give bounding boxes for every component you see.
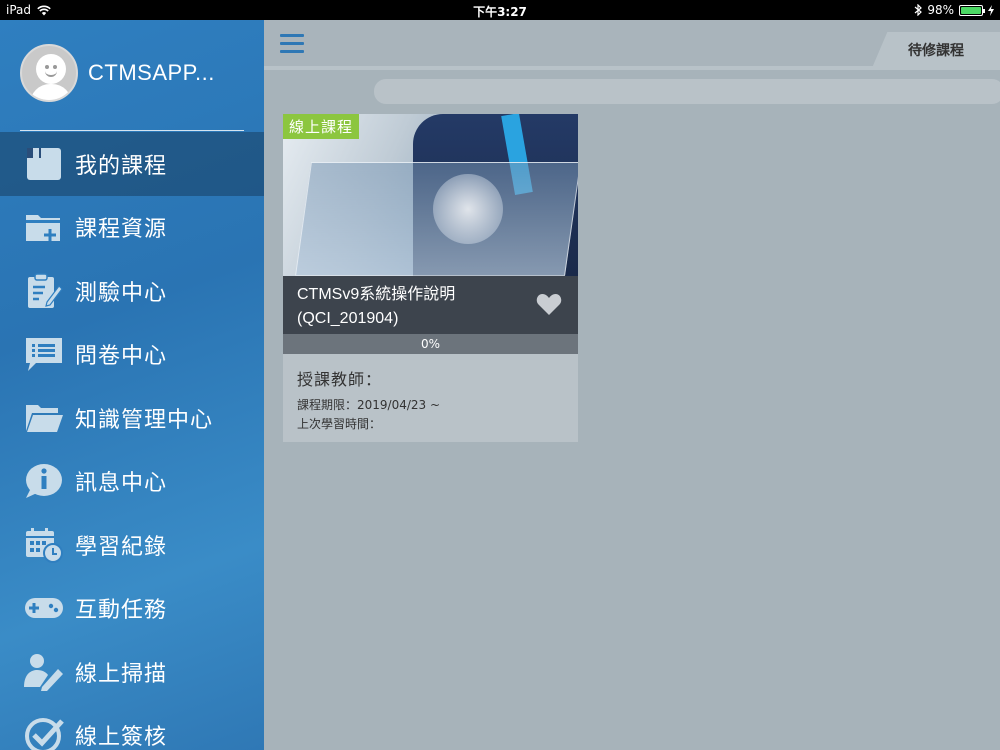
gamepad-icon [24,588,64,628]
info-chat-icon [24,461,64,501]
course-title: CTMSv9系統操作說明(QCI_201904) [297,286,456,327]
clipboard-edit-icon [24,271,64,311]
avatar [20,44,78,102]
heart-icon[interactable] [536,292,562,316]
top-bar: 待修課程 [264,20,1000,68]
course-info: 授課教師： 課程期限：2019/04/23 ~ 上次學習時間： [297,366,440,432]
sidebar-item-label: 我的課程 [75,153,168,179]
sidebar-item-message-center[interactable]: 訊息中心 [0,450,264,514]
sidebar-item-label: 線上簽核 [75,725,168,750]
check-circle-icon [24,715,64,750]
open-folder-icon [24,398,64,438]
profile-name: CTMSAPP... [88,60,215,85]
sidebar-item-knowledge-center[interactable]: 知識管理中心 [0,386,264,450]
sidebar-item-survey-center[interactable]: 問卷中心 [0,323,264,387]
sidebar-item-online-signoff[interactable]: 線上簽核 [0,704,264,750]
sidebar-divider [20,130,244,131]
battery-icon [959,4,985,16]
status-bar: iPad 下午3:27 98% [0,0,1000,20]
user-profile[interactable]: CTMSAPP... [20,44,215,102]
sidebar-item-label: 知識管理中心 [75,407,214,433]
sidebar-item-label: 互動任務 [75,598,168,624]
sidebar-item-interactive-tasks[interactable]: 互動任務 [0,577,264,641]
tab-pending-courses[interactable]: 待修課程 [872,32,1000,68]
sidebar-menu: 我的課程 課程資源 測驗中心 問卷中心 知識管理中心 訊息中心 學習紀錄 互動任… [0,132,264,750]
calendar-clock-icon [24,525,64,565]
course-title-band: CTMSv9系統操作說明(QCI_201904) [283,276,578,334]
list-chat-icon [24,334,64,374]
course-teacher: 授課教師： [297,370,383,389]
sidebar-item-online-scan[interactable]: 線上掃描 [0,640,264,704]
charging-icon [988,4,994,16]
bluetooth-icon [914,4,923,16]
user-edit-icon [24,652,64,692]
tab-strip [264,66,1000,70]
course-period: 課程期限：2019/04/23 ~ [297,398,441,412]
status-time: 下午3:27 [473,5,527,19]
sidebar-item-course-resources[interactable]: 課程資源 [0,196,264,260]
sidebar-item-exam-center[interactable]: 測驗中心 [0,259,264,323]
status-right: 98% [914,3,994,17]
sidebar-item-label: 學習紀錄 [75,534,168,560]
menu-icon[interactable] [280,34,304,54]
sidebar-item-label: 訊息中心 [75,471,168,497]
sidebar-item-label: 線上掃描 [75,661,168,687]
battery-percent: 98% [927,3,954,17]
folder-add-icon [24,207,64,247]
sidebar-item-label: 問卷中心 [75,344,168,370]
sidebar-item-label: 測驗中心 [75,280,168,306]
sidebar-item-learning-record[interactable]: 學習紀錄 [0,513,264,577]
sidebar: CTMSAPP... 我的課程 課程資源 測驗中心 問卷中心 知識管理中心 訊息… [0,20,264,750]
search-bar[interactable] [374,79,1000,104]
sidebar-item-my-courses[interactable]: 我的課程 [0,132,264,196]
course-last-study: 上次學習時間： [297,417,382,431]
course-progress: 0% [283,334,578,354]
course-card[interactable]: 線上課程 CTMSv9系統操作說明(QCI_201904) 0% 授課教師： 課… [283,114,578,442]
sidebar-item-label: 課程資源 [75,217,168,243]
course-type-badge: 線上課程 [283,114,360,139]
book-icon [24,144,64,184]
course-thumbnail: 線上課程 [283,114,578,276]
tab-label: 待修課程 [908,43,964,59]
